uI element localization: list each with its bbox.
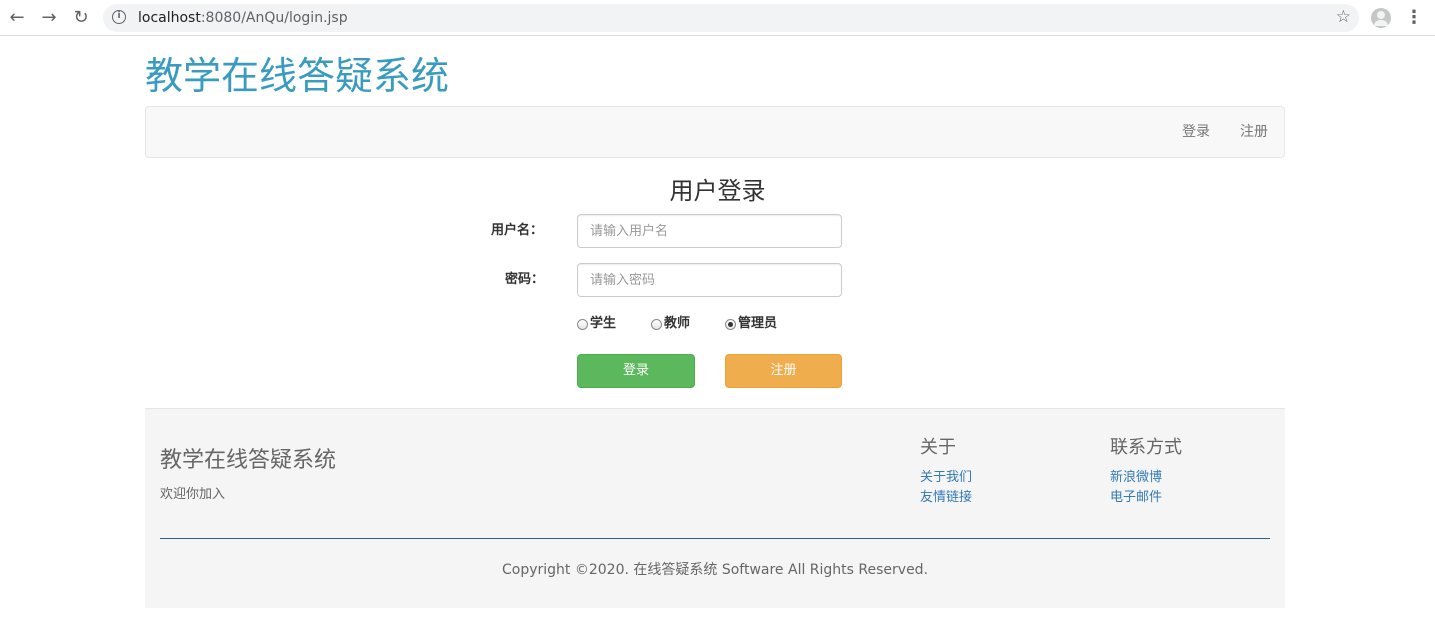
- url-host: localhost: [138, 10, 201, 26]
- footer-about-title: 关于: [920, 437, 956, 458]
- role-admin-radio[interactable]: [725, 318, 736, 330]
- role-student-radio[interactable]: [577, 318, 588, 330]
- nav-login-link[interactable]: 登录: [1182, 123, 1210, 141]
- password-input[interactable]: [577, 263, 842, 297]
- username-label: 用户名：: [491, 223, 544, 238]
- footer-link-friend-links[interactable]: 友情链接: [920, 489, 972, 507]
- footer-contact-title: 联系方式: [1110, 437, 1182, 458]
- url-path: :8080/AnQu/login.jsp: [200, 10, 348, 26]
- role-admin-option[interactable]: 管理员: [725, 315, 777, 333]
- footer-link-weibo[interactable]: 新浪微博: [1110, 469, 1162, 487]
- role-teacher-label: 教师: [664, 316, 691, 331]
- role-student-label: 学生: [590, 316, 617, 331]
- address-bar[interactable]: i localhost:8080/AnQu/login.jsp ☆: [103, 4, 1359, 32]
- register-button[interactable]: 注册: [725, 354, 842, 388]
- top-navbar: 登录 注册: [145, 106, 1285, 158]
- username-input[interactable]: [577, 214, 842, 248]
- info-icon[interactable]: i: [112, 10, 126, 24]
- url-text[interactable]: localhost:8080/AnQu/login.jsp: [138, 9, 348, 27]
- browser-toolbar: ← → ↻ i localhost:8080/AnQu/login.jsp ☆ …: [0, 0, 1435, 36]
- nav-register-link[interactable]: 注册: [1240, 123, 1268, 141]
- footer: 教学在线答疑系统 欢迎你加入 关于 关于我们 友情链接 联系方式 新浪微博 电子…: [145, 408, 1285, 608]
- role-teacher-radio[interactable]: [651, 318, 662, 330]
- footer-tagline: 欢迎你加入: [160, 487, 226, 502]
- password-label: 密码：: [505, 272, 545, 287]
- role-teacher-option[interactable]: 教师: [651, 315, 690, 333]
- back-arrow-icon[interactable]: ←: [5, 6, 29, 30]
- role-admin-label: 管理员: [738, 316, 778, 331]
- site-title: 教学在线答疑系统: [145, 54, 450, 98]
- more-menu-icon[interactable]: ⋮: [1405, 8, 1423, 28]
- star-icon[interactable]: ☆: [1336, 7, 1351, 27]
- login-heading: 用户登录: [669, 177, 766, 205]
- login-button[interactable]: 登录: [577, 354, 695, 388]
- role-student-option[interactable]: 学生: [577, 315, 616, 333]
- footer-divider: [160, 538, 1270, 539]
- forward-arrow-icon[interactable]: →: [37, 6, 61, 30]
- footer-link-about-us[interactable]: 关于我们: [920, 469, 972, 487]
- reload-icon[interactable]: ↻: [69, 6, 93, 30]
- profile-avatar-icon[interactable]: [1371, 8, 1391, 28]
- footer-link-email[interactable]: 电子邮件: [1110, 489, 1162, 507]
- copyright-text: Copyright ©2020. 在线答疑系统 Software All Rig…: [501, 562, 929, 578]
- footer-brand: 教学在线答疑系统: [160, 448, 337, 473]
